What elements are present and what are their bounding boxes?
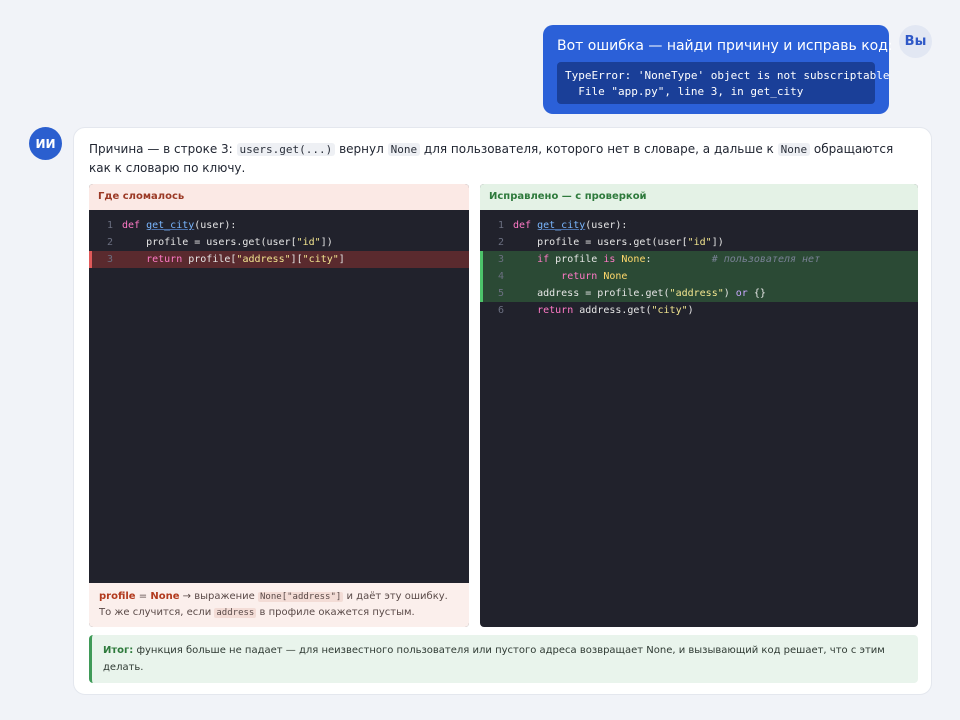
- user-message-bubble: Вот ошибка — найди причину и исправь код…: [543, 25, 893, 114]
- ai-message-card: Причина — в строке 3: users.get(...) вер…: [73, 127, 932, 695]
- summary-text: функция больше не падает — для неизвестн…: [103, 645, 885, 673]
- intro-part: для пользователя, которого нет в словаре…: [420, 142, 778, 156]
- ai-intro-text: Причина — в строке 3: users.get(...) вер…: [89, 140, 899, 177]
- code-line: 6 return address.get("city"): [497, 305, 694, 316]
- added-code-line: 4 return None: [480, 268, 918, 285]
- code-line: 2 profile = users.get(user["id"]): [106, 237, 333, 248]
- intro-part: вернул: [335, 142, 388, 156]
- fixed-code-block: 1 def get_city(user): 2 profile = users.g…: [480, 210, 918, 319]
- summary-callout: Итог: функция больше не падает — для неи…: [89, 635, 918, 683]
- broken-code-block: 1 def get_city(user): 2 profile = users.g…: [89, 210, 469, 268]
- summary-label: Итог:: [103, 645, 134, 656]
- inline-code: None: [387, 143, 421, 156]
- inline-code: users.get(...): [236, 143, 336, 156]
- broken-code-panel: Где сломалось 1 def get_city(user): 2 pro…: [89, 184, 469, 627]
- error-code-line: 3 return profile["address"]["city"]: [89, 251, 469, 268]
- fixed-panel-title: Исправлено — с проверкой: [480, 184, 918, 210]
- code-line: 1 def get_city(user):: [497, 220, 628, 231]
- inline-code: None: [777, 143, 811, 156]
- added-code-line: 5 address = profile.get("address") or {}: [480, 285, 918, 302]
- broken-panel-note: profile = None → выражение None["address…: [89, 583, 469, 627]
- code-line: 2 profile = users.get(user["id"]): [497, 237, 724, 248]
- ai-avatar: ИИ: [29, 127, 62, 160]
- error-line-2: File "app.py", line 3, in get_city: [565, 85, 804, 98]
- broken-panel-title: Где сломалось: [89, 184, 469, 210]
- fixed-code-panel: Исправлено — с проверкой 1 def get_city(u…: [480, 184, 918, 627]
- user-message-text: Вот ошибка — найди причину и исправь код…: [557, 38, 893, 54]
- error-line-1: TypeError: 'NoneType' object is not subs…: [565, 69, 890, 82]
- error-traceback: TypeError: 'NoneType' object is not subs…: [557, 62, 890, 104]
- added-code-line: 3 if profile is None: # пользователя нет: [480, 251, 918, 268]
- code-line: 1 def get_city(user):: [106, 220, 237, 231]
- user-avatar: Вы: [899, 25, 932, 58]
- intro-part: Причина — в строке 3:: [89, 142, 237, 156]
